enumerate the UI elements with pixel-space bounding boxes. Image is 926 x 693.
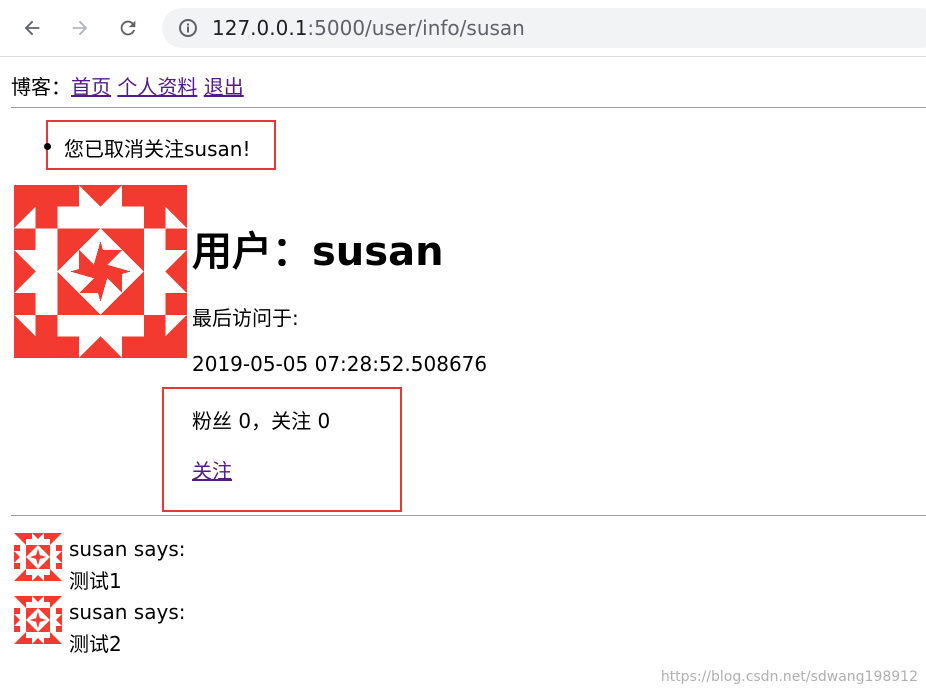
arrow-right-icon bbox=[72, 20, 88, 36]
forward-button[interactable] bbox=[64, 12, 96, 44]
address-bar[interactable]: 127.0.0.1:5000/user/info/susan bbox=[162, 8, 926, 48]
nav-link-home[interactable]: 首页 bbox=[71, 75, 111, 99]
last-seen-label: 最后访问于: bbox=[192, 306, 299, 330]
post-author: susan says: bbox=[69, 537, 186, 561]
nav-link-profile[interactable]: 个人资料 bbox=[117, 75, 197, 99]
post-body: 测试2 bbox=[69, 632, 122, 656]
list-item: susan says: 测试2 bbox=[14, 596, 614, 656]
avatar bbox=[14, 533, 62, 581]
url-host: 127.0.0.1 bbox=[212, 16, 308, 40]
watermark: https://blog.csdn.net/sdwang198912 bbox=[660, 669, 918, 685]
avatar bbox=[14, 596, 62, 644]
url-text: 127.0.0.1:5000/user/info/susan bbox=[212, 16, 525, 40]
reload-icon bbox=[120, 20, 136, 36]
follow-link[interactable]: 关注 bbox=[192, 455, 232, 484]
arrow-left-icon bbox=[24, 20, 40, 36]
last-seen-time: 2019-05-05 07:28:52.508676 bbox=[192, 352, 488, 376]
list-item: susan says: 测试1 bbox=[14, 533, 614, 593]
top-nav: 博客：首页 个人资料 退出 bbox=[11, 71, 244, 100]
post-author: susan says: bbox=[69, 600, 186, 624]
info-icon[interactable] bbox=[178, 18, 198, 38]
nav-link-logout[interactable]: 退出 bbox=[204, 75, 244, 99]
page-title: 用户：susan bbox=[192, 229, 444, 275]
divider bbox=[11, 515, 926, 516]
flash-message: 您已取消关注susan! bbox=[64, 137, 251, 161]
back-button[interactable] bbox=[16, 12, 48, 44]
post-body: 测试1 bbox=[69, 569, 122, 593]
follower-counts: 粉丝 0，关注 0 bbox=[192, 409, 331, 433]
reload-button[interactable] bbox=[112, 12, 144, 44]
page-content: 博客：首页 个人资料 退出 您已取消关注susan! 用户：susan 最后访问… bbox=[0, 57, 926, 693]
avatar bbox=[14, 185, 187, 358]
bullet-icon bbox=[44, 143, 51, 150]
nav-label: 博客： bbox=[11, 75, 71, 99]
url-path: :5000/user/info/susan bbox=[307, 16, 525, 40]
divider bbox=[11, 107, 926, 108]
browser-toolbar: 127.0.0.1:5000/user/info/susan bbox=[0, 0, 926, 57]
